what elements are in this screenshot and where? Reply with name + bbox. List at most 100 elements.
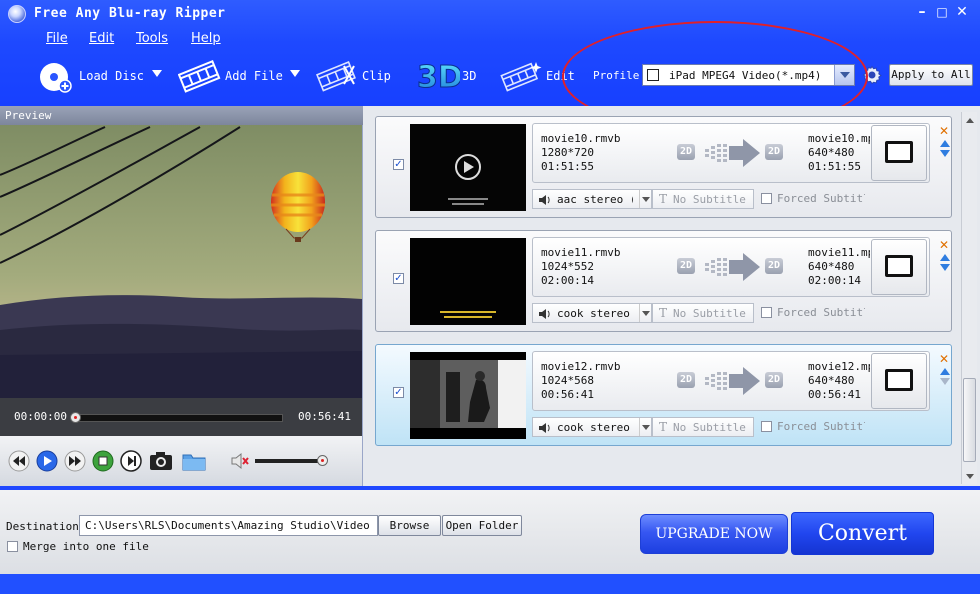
forced-subtitle-checkbox[interactable] [761, 421, 772, 432]
list-item[interactable]: ✓ movie12.rmvb 1024*568 00:56:41 2D 2D m… [375, 344, 952, 446]
scroll-down-icon[interactable] [966, 474, 974, 479]
subtitle-select[interactable]: T No Subtitle [652, 303, 754, 323]
load-disc-dropdown-icon[interactable] [152, 70, 162, 77]
move-down-icon[interactable] [940, 150, 950, 157]
audio-track-value: cook stereo [557, 307, 630, 320]
thumbnail-scene-icon [410, 352, 526, 439]
add-file-button[interactable]: Add File [178, 59, 304, 94]
menu-tools[interactable]: Tools [136, 31, 168, 46]
minimize-button[interactable]: – [914, 4, 930, 20]
audio-track-select[interactable]: cook stereo [532, 417, 652, 437]
apply-to-all-button[interactable]: Apply to All [889, 64, 973, 86]
remove-icon[interactable]: ✕ [939, 125, 951, 137]
output-2d-badge: 2D [765, 258, 783, 274]
video-thumbnail[interactable] [410, 352, 526, 439]
3d-label: 3D [462, 69, 477, 83]
volume-track[interactable] [255, 459, 325, 463]
load-disc-label: Load Disc [79, 69, 145, 83]
item-checkbox[interactable]: ✓ [393, 387, 404, 398]
item-info: movie10.rmvb 1280*720 01:51:55 2D 2D mov… [532, 123, 930, 183]
convert-button[interactable]: Convert [791, 512, 934, 555]
video-thumbnail[interactable] [410, 238, 526, 325]
svg-text:3D: 3D [417, 60, 460, 95]
item-info: movie12.rmvb 1024*568 00:56:41 2D 2D mov… [532, 351, 930, 411]
list-item[interactable]: ✓ movie11.rmvb 1024*552 02:00:14 2D 2D m… [375, 230, 952, 332]
forced-subtitle-label: Forced Subtitle [777, 420, 865, 433]
scroll-up-icon[interactable] [966, 118, 974, 123]
preview-header: Preview [0, 106, 363, 125]
speaker-icon [539, 423, 550, 433]
input-2d-badge: 2D [677, 372, 695, 388]
subtitle-select[interactable]: T No Subtitle [652, 417, 754, 437]
list-scrollbar[interactable] [961, 112, 977, 484]
video-thumbnail[interactable] [410, 124, 526, 211]
remove-icon[interactable]: ✕ [939, 353, 951, 365]
destination-label: Destination: [6, 520, 86, 533]
clip-button[interactable]: Clip [316, 60, 396, 94]
item-checkbox[interactable]: ✓ [393, 273, 404, 284]
forced-subtitle-option[interactable]: Forced Subtitle [758, 189, 865, 209]
add-file-dropdown-icon[interactable] [290, 70, 300, 77]
stop-icon[interactable] [92, 450, 114, 472]
scroll-thumb[interactable] [963, 378, 976, 462]
seek-thumb[interactable] [70, 412, 81, 423]
thumbnail-subtitle-icon [410, 238, 526, 325]
merge-checkbox[interactable] [7, 541, 18, 552]
speaker-icon [539, 309, 550, 319]
forced-subtitle-checkbox[interactable] [761, 193, 772, 204]
top-bar: Free Any Blu-ray Ripper – □ ✕ File Edit … [0, 0, 980, 132]
device-settings-button[interactable] [871, 125, 927, 181]
audio-track-select[interactable]: aac stereo ( [532, 189, 652, 209]
browse-button[interactable]: Browse [378, 515, 441, 536]
open-folder-button[interactable]: Open Folder [442, 515, 522, 536]
audio-dropdown-icon[interactable] [639, 418, 651, 436]
move-up-icon[interactable] [940, 140, 950, 147]
tablet-icon [885, 141, 913, 163]
audio-dropdown-icon[interactable] [639, 190, 651, 208]
move-down-icon[interactable] [940, 264, 950, 271]
maximize-button[interactable]: □ [934, 4, 950, 20]
app-title: Free Any Blu-ray Ripper [34, 6, 226, 21]
audio-track-select[interactable]: cook stereo [532, 303, 652, 323]
disc-icon [40, 63, 72, 93]
rewind-icon[interactable] [8, 450, 30, 472]
menu-edit[interactable]: Edit [89, 31, 114, 46]
fast-forward-icon[interactable] [64, 450, 86, 472]
device-settings-button[interactable] [871, 353, 927, 409]
source-info: movie12.rmvb 1024*568 00:56:41 [541, 360, 621, 401]
snapshot-icon[interactable] [149, 450, 173, 472]
text-icon: T [659, 420, 668, 434]
device-settings-button[interactable] [871, 239, 927, 295]
3d-button[interactable]: 3D 3D [416, 60, 486, 96]
folder-icon[interactable] [182, 450, 206, 472]
destination-input[interactable]: C:\Users\RLS\Documents\Amazing Studio\Vi… [79, 515, 378, 536]
move-up-icon[interactable] [940, 368, 950, 375]
move-up-icon[interactable] [940, 254, 950, 261]
play-icon[interactable] [36, 450, 58, 472]
seek-bar-area: 00:00:00 00:56:41 [0, 398, 362, 436]
clip-label: Clip [362, 69, 391, 83]
subtitle-select[interactable]: T No Subtitle [652, 189, 754, 209]
item-checkbox[interactable]: ✓ [393, 159, 404, 170]
forced-subtitle-option[interactable]: Forced Subtitle [758, 303, 865, 323]
next-frame-icon[interactable] [120, 450, 142, 472]
mute-icon[interactable] [229, 450, 251, 472]
item-tools: ✕ [939, 353, 951, 385]
volume-thumb[interactable] [317, 455, 328, 466]
menu-tools-label: Tools [136, 31, 169, 46]
forced-subtitle-checkbox[interactable] [761, 307, 772, 318]
list-item[interactable]: ✓ movie10.rmvb 1280*720 01:51:55 2D 2D m… [375, 116, 952, 218]
output-2d-badge: 2D [765, 372, 783, 388]
text-icon: T [659, 192, 668, 206]
load-disc-button[interactable]: Load Disc [38, 60, 168, 94]
audio-dropdown-icon[interactable] [639, 304, 651, 322]
forced-subtitle-option[interactable]: Forced Subtitle [758, 417, 865, 437]
menu-help[interactable]: Help [191, 31, 221, 46]
close-button[interactable]: ✕ [954, 4, 970, 20]
upgrade-now-button[interactable]: UPGRADE NOW [640, 514, 788, 554]
output-info: movie10.mp4 640*480 01:51:55 [808, 132, 870, 173]
remove-icon[interactable]: ✕ [939, 239, 951, 251]
seek-track[interactable] [74, 414, 283, 422]
menu-file[interactable]: File [46, 31, 68, 46]
move-down-icon[interactable] [940, 378, 950, 385]
